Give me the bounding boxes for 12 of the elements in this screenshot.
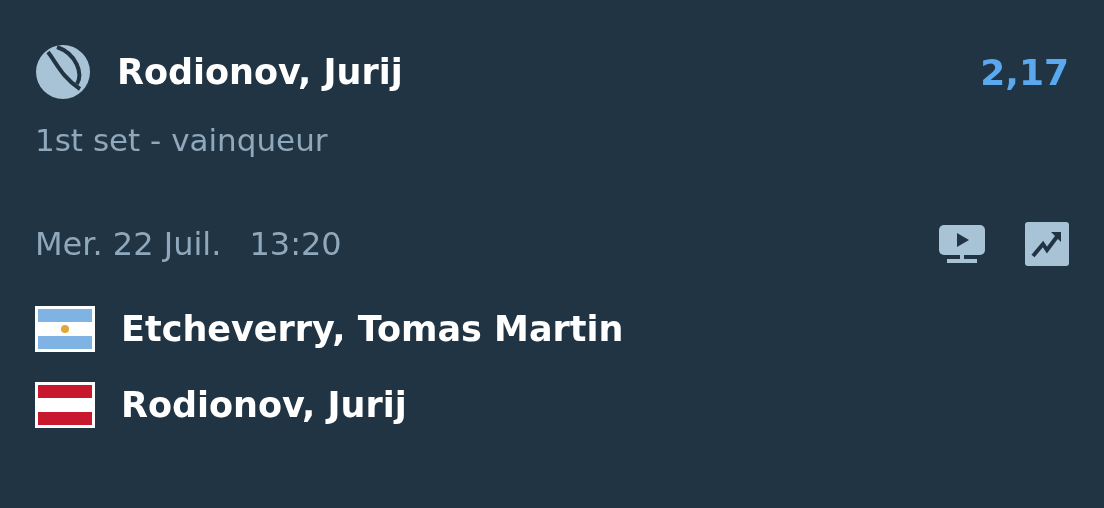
player-name: Rodionov, Jurij	[121, 385, 407, 425]
match-date: Mer. 22 Juil.	[35, 225, 222, 263]
selection-name: Rodionov, Jurij	[117, 52, 404, 92]
odds-value[interactable]: 2,17	[980, 51, 1069, 93]
market-label: 1st set - vainqueur	[35, 122, 329, 158]
flag-icon	[35, 306, 95, 352]
match-time: 13:20	[249, 225, 342, 263]
flag-icon	[35, 382, 95, 428]
trend-chart-icon[interactable]	[1025, 222, 1069, 266]
tv-play-icon[interactable]	[939, 223, 985, 265]
tennis-ball-icon	[35, 44, 91, 100]
player-name: Etcheverry, Tomas Martin	[121, 309, 624, 349]
